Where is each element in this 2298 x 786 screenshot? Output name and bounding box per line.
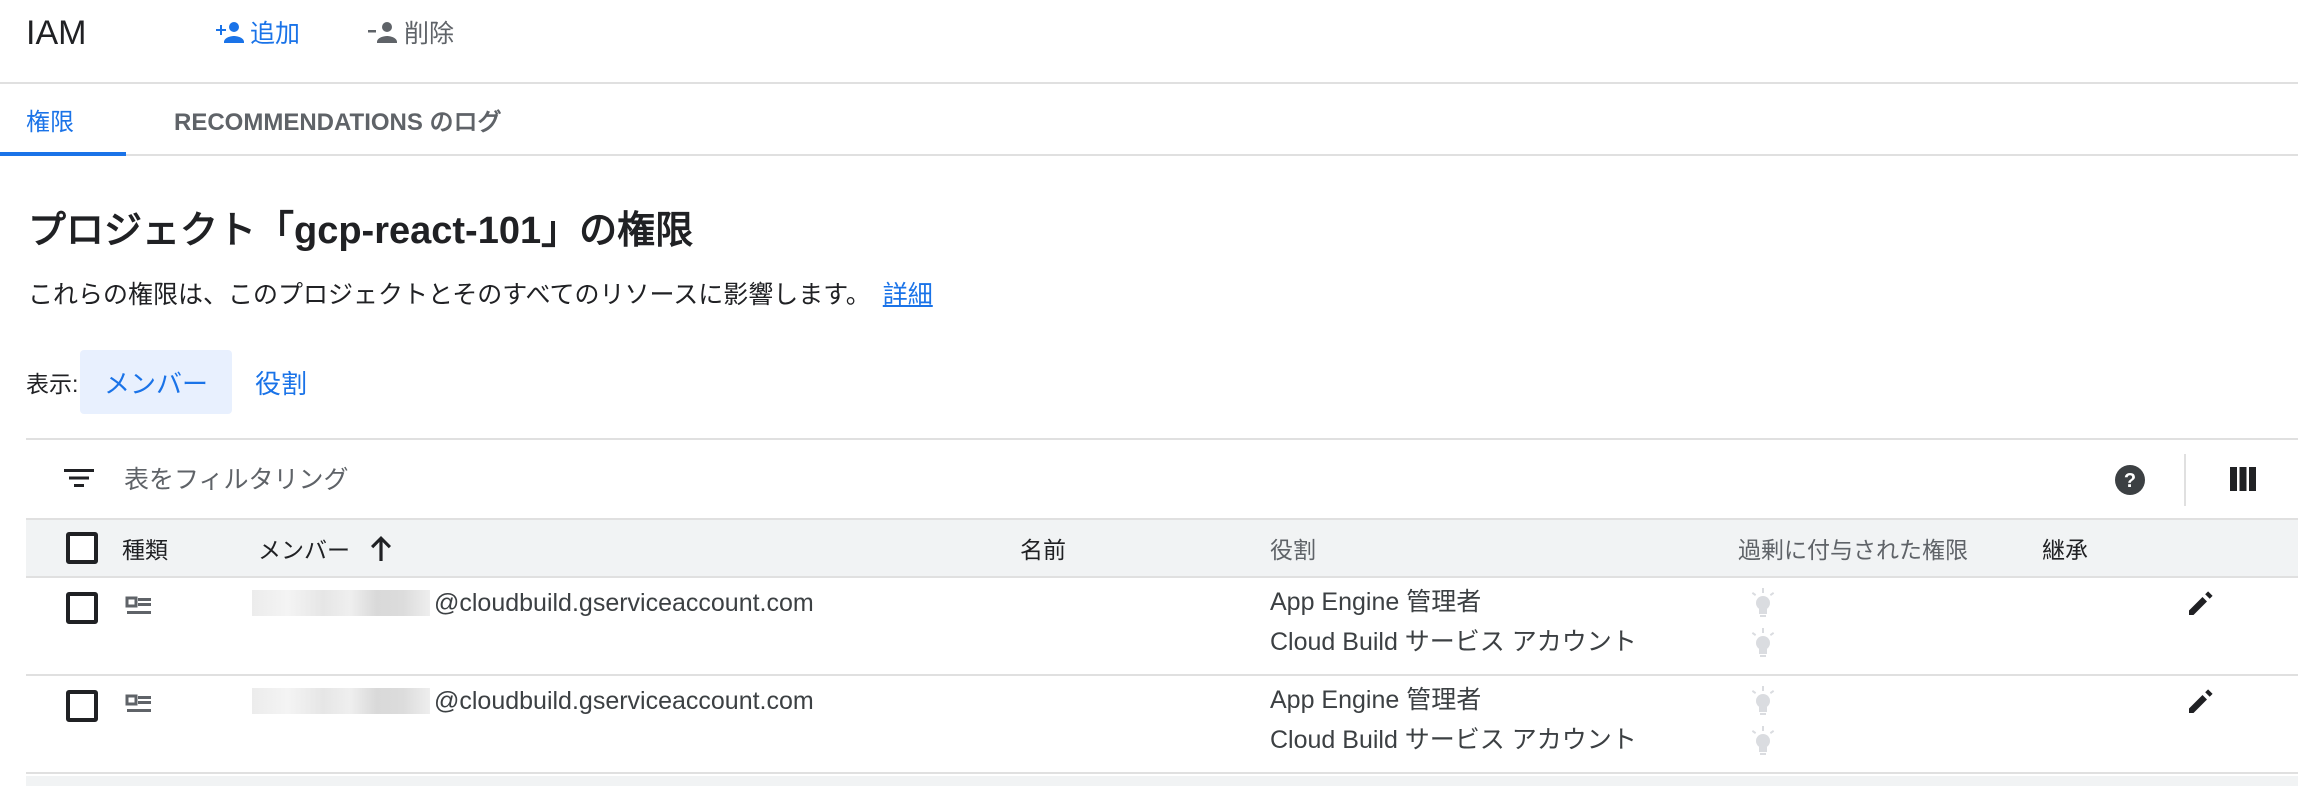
page-title: プロジェクト「gcp-react-101」の権限 <box>28 210 694 252</box>
table-footer-strip <box>26 776 2298 786</box>
top-bar: IAM 追加 削除 <box>0 0 2298 84</box>
view-label: 表示: <box>26 371 79 397</box>
arrow-up-icon <box>371 536 391 561</box>
column-header-member-label: メンバー <box>258 537 350 563</box>
member-email: @cloudbuild.gserviceaccount.com <box>252 588 814 618</box>
lightbulb-off-icon[interactable] <box>1746 588 1780 618</box>
member-email: @cloudbuild.gserviceaccount.com <box>252 686 814 716</box>
filter-input[interactable] <box>124 460 1324 500</box>
column-header-inheritance[interactable]: 継承 <box>2042 520 2088 576</box>
service-account-icon <box>125 694 151 712</box>
filter-list-icon[interactable] <box>64 466 94 490</box>
lightbulb-off-icon[interactable] <box>1746 628 1780 658</box>
role-name: Cloud Build サービス アカウント <box>1270 628 1637 656</box>
row-checkbox[interactable] <box>66 690 98 722</box>
member-email-text: @cloudbuild.gserviceaccount.com <box>434 588 814 617</box>
learn-more-link[interactable]: 詳細 <box>883 281 933 309</box>
add-person-icon <box>216 22 244 43</box>
add-member-button[interactable]: 追加 <box>212 12 300 52</box>
help-icon[interactable]: ? <box>2114 464 2146 496</box>
tab-permissions[interactable]: 権限 <box>0 84 126 156</box>
tab-bar: 権限 RECOMMENDATIONS のログ <box>0 84 2298 156</box>
role-name: Cloud Build サービス アカウント <box>1270 726 1637 754</box>
remove-person-icon <box>368 22 397 43</box>
column-header-name[interactable]: 名前 <box>1020 520 1066 576</box>
column-header-role[interactable]: 役割 <box>1270 520 1316 576</box>
redacted-account-id <box>252 688 430 714</box>
app-title: IAM <box>26 14 87 52</box>
page-description: これらの権限は、このプロジェクトとそのすべてのリソースに影響します。 詳細 <box>28 277 933 313</box>
member-email-text: @cloudbuild.gserviceaccount.com <box>434 686 814 715</box>
redacted-account-id <box>252 590 430 616</box>
pencil-icon[interactable] <box>2186 588 2216 618</box>
pencil-icon[interactable] <box>2186 686 2216 716</box>
remove-member-label: 削除 <box>404 20 455 48</box>
remove-member-button[interactable]: 削除 <box>366 12 454 52</box>
select-all-checkbox[interactable] <box>66 532 98 564</box>
table-row: @cloudbuild.gserviceaccount.com App Engi… <box>26 676 2298 774</box>
lightbulb-off-icon[interactable] <box>1746 686 1780 716</box>
tab-recommendations-log[interactable]: RECOMMENDATIONS のログ <box>174 84 502 154</box>
row-checkbox[interactable] <box>66 592 98 624</box>
role-name: App Engine 管理者 <box>1270 686 1482 714</box>
column-header-type[interactable]: 種類 <box>122 520 168 576</box>
column-header-member[interactable]: メンバー <box>258 520 394 576</box>
view-by-member-button[interactable]: メンバー <box>80 350 232 414</box>
filter-bar: ? <box>26 438 2298 520</box>
role-name: App Engine 管理者 <box>1270 588 1482 616</box>
description-text: これらの権限は、このプロジェクトとそのすべてのリソースに影響します。 <box>28 281 871 309</box>
table-row: @cloudbuild.gserviceaccount.com App Engi… <box>26 578 2298 676</box>
lightbulb-off-icon[interactable] <box>1746 726 1780 756</box>
svg-text:?: ? <box>2124 470 2136 492</box>
column-display-icon[interactable] <box>2228 464 2258 494</box>
view-by-role-button[interactable]: 役割 <box>240 350 322 414</box>
add-member-label: 追加 <box>250 20 301 48</box>
toolbar-divider <box>2184 454 2186 506</box>
service-account-icon <box>125 596 151 614</box>
table-header: 種類 メンバー 名前 役割 過剰に付与された権限 継承 <box>26 520 2298 578</box>
column-header-excess-permissions[interactable]: 過剰に付与された権限 <box>1738 520 1968 576</box>
